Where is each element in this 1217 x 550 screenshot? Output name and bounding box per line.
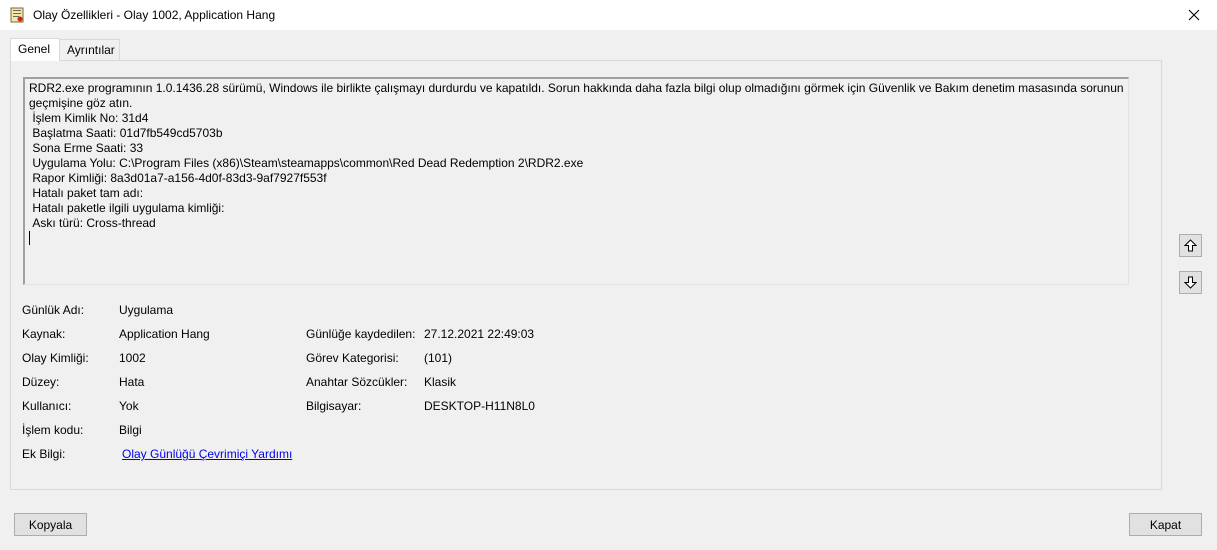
description-line: Başlatma Saati: 01d7fb549cd5703b — [29, 126, 223, 140]
description-line: Sona Erme Saati: 33 — [29, 141, 144, 155]
arrow-down-icon — [1184, 276, 1197, 289]
logged-label: Günlüğe kaydedilen: — [306, 327, 416, 341]
computer-value: DESKTOP-H11N8L0 — [424, 399, 535, 413]
description-line: RDR2.exe programının 1.0.1436.28 sürümü,… — [29, 81, 1124, 95]
event-viewer-icon — [10, 7, 24, 23]
description-line: Rapor Kimliği: 8a3d01a7-a156-4d0f-83d3-9… — [29, 171, 327, 185]
task-category-value: (101) — [424, 351, 453, 365]
opcode-value: Bilgi — [119, 423, 142, 437]
level-label: Düzey: — [22, 375, 60, 389]
more-info-label: Ek Bilgi: — [22, 447, 66, 461]
text-caret — [29, 231, 30, 245]
keywords-value: Klasik — [424, 375, 457, 389]
source-label: Kaynak: — [22, 327, 66, 341]
window-title: Olay Özellikleri - Olay 1002, Applicatio… — [33, 8, 276, 22]
close-button[interactable]: Kapat — [1129, 513, 1202, 536]
source-value: Application Hang — [119, 327, 210, 341]
description-line: Askı türü: Cross-thread — [29, 216, 156, 230]
tab-details[interactable]: Ayrıntılar — [59, 39, 120, 60]
log-name-value: Uygulama — [119, 303, 174, 317]
task-category-label: Görev Kategorisi: — [306, 351, 399, 365]
log-name-label: Günlük Adı: — [22, 303, 85, 317]
description-line: Hatalı paket tam adı: — [29, 186, 147, 200]
close-icon — [1188, 9, 1200, 21]
user-value: Yok — [119, 399, 139, 413]
user-label: Kullanıcı: — [22, 399, 72, 413]
event-id-label: Olay Kimliği: — [22, 351, 89, 365]
opcode-label: İşlem kodu: — [22, 423, 84, 437]
next-event-button[interactable] — [1179, 271, 1202, 294]
logged-value: 27.12.2021 22:49:03 — [424, 327, 535, 341]
level-value: Hata — [119, 375, 145, 389]
arrow-up-icon — [1184, 239, 1197, 252]
copy-button[interactable]: Kopyala — [14, 513, 87, 536]
description-line: Uygulama Yolu: C:\Program Files (x86)\St… — [29, 156, 584, 170]
keywords-label: Anahtar Sözcükler: — [306, 375, 408, 389]
online-help-link[interactable]: Olay Günlüğü Çevrimiçi Yardımı — [122, 447, 292, 461]
event-description-textbox[interactable]: RDR2.exe programının 1.0.1436.28 sürümü,… — [23, 77, 1129, 285]
previous-event-button[interactable] — [1179, 234, 1202, 257]
computer-label: Bilgisayar: — [306, 399, 362, 413]
title-bar: Olay Özellikleri - Olay 1002, Applicatio… — [0, 0, 1217, 30]
description-line: Hatalı paketle ilgili uygulama kimliği: — [29, 201, 228, 215]
tab-general[interactable]: Genel — [10, 38, 60, 61]
description-line: geçmişine göz atın. — [29, 96, 133, 110]
description-line: İşlem Kimlik No: 31d4 — [29, 111, 149, 125]
event-id-value: 1002 — [119, 351, 146, 365]
window-close-button[interactable] — [1171, 0, 1217, 30]
